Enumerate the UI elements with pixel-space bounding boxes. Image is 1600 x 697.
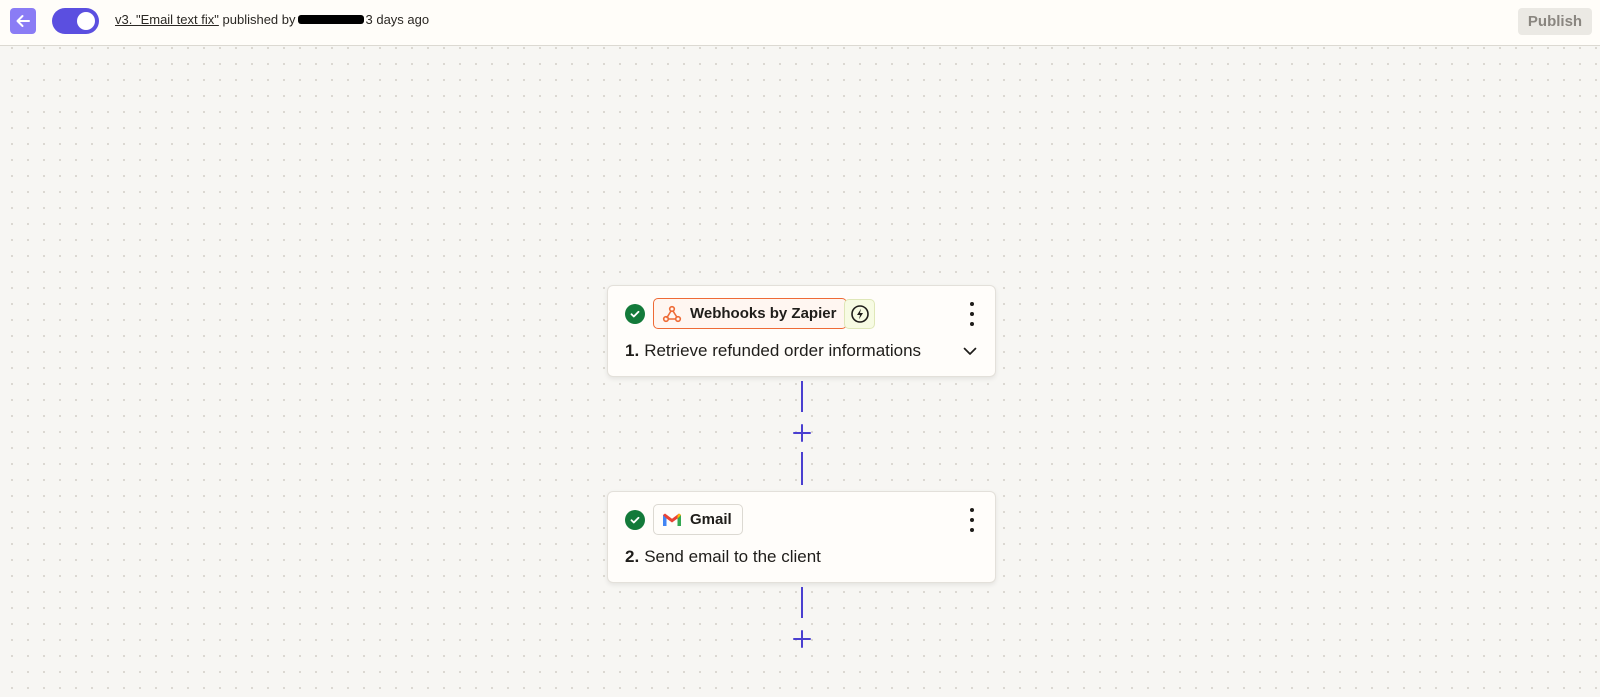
connector-line [801, 452, 803, 485]
toggle-knob [77, 12, 95, 30]
plus-icon [793, 424, 811, 442]
add-step-button[interactable] [791, 628, 813, 650]
connector-line [801, 587, 803, 618]
plus-icon [793, 630, 811, 648]
add-step-button[interactable] [791, 422, 813, 444]
published-by-text: published by [222, 12, 296, 27]
version-info: v3. "Email text fix" published by 3 days… [115, 12, 429, 27]
app-name: Webhooks by Zapier [690, 305, 837, 322]
arrow-left-icon [16, 15, 30, 27]
time-ago: 3 days ago [365, 12, 430, 27]
chevron-down-icon[interactable] [962, 345, 978, 357]
more-options-icon[interactable] [965, 508, 979, 532]
step-card-2[interactable]: Gmail 2. Send email to the client [607, 491, 996, 583]
publish-button[interactable]: Publish [1518, 8, 1592, 35]
gmail-icon [662, 512, 682, 527]
connector-line [801, 381, 803, 412]
check-icon [625, 510, 645, 530]
step-title: 1. Retrieve refunded order informations [625, 341, 922, 360]
trigger-badge [844, 299, 875, 329]
redacted-author [297, 15, 364, 24]
lightning-icon [850, 305, 869, 323]
app-badge-webhooks[interactable]: Webhooks by Zapier [653, 298, 848, 329]
app-badge-gmail[interactable]: Gmail [653, 504, 743, 535]
webhooks-icon [662, 305, 682, 323]
top-bar: v3. "Email text fix" published by 3 days… [0, 0, 1600, 46]
version-link[interactable]: v3. "Email text fix" [115, 12, 219, 27]
step-card-1[interactable]: Webhooks by Zapier 1. Retrieve refunded o… [607, 285, 996, 377]
check-icon [625, 304, 645, 324]
zap-toggle[interactable] [52, 8, 99, 34]
step-title: 2. Send email to the client [625, 547, 821, 566]
more-options-icon[interactable] [965, 302, 979, 326]
back-button[interactable] [10, 8, 36, 34]
app-name: Gmail [690, 511, 732, 528]
